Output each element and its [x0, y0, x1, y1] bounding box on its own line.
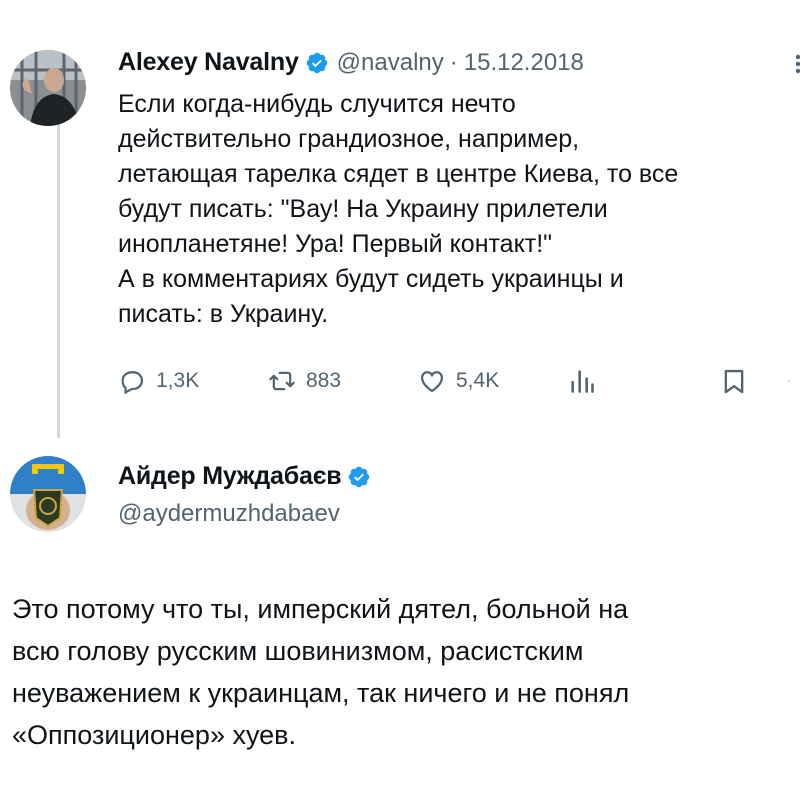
separator-dot: · — [449, 48, 458, 76]
avatar-image — [10, 50, 86, 126]
retweet-count: 883 — [306, 369, 342, 392]
original-tweet-text: Если когда-нибудь случится нечто действи… — [118, 90, 679, 328]
author-name[interactable]: Alexey Navalny — [118, 48, 299, 77]
verified-badge-icon — [305, 51, 329, 75]
bookmark-icon — [724, 369, 744, 394]
reply-button[interactable]: 1,3K — [118, 367, 199, 395]
author-avatar-muzhdabaev[interactable] — [10, 456, 86, 532]
views-button[interactable] — [568, 367, 606, 395]
reply-icon — [121, 371, 144, 395]
like-icon — [420, 371, 444, 393]
like-count: 5,4K — [456, 369, 500, 392]
author-handle[interactable]: @navalny — [337, 49, 444, 77]
reply-count: 1,3K — [156, 369, 200, 392]
author-name[interactable]: Айдер Муждабаєв — [118, 462, 342, 491]
reply-tweet-header: Айдер Муждабаєв — [118, 462, 379, 491]
retweet-icon — [269, 371, 295, 391]
thread-line — [57, 122, 60, 438]
bookmark-button[interactable] — [720, 367, 758, 395]
like-button[interactable]: 5,4K — [418, 367, 499, 395]
retweet-button[interactable]: 883 — [268, 367, 341, 395]
author-handle[interactable]: @aydermuzhdabaev — [118, 500, 340, 528]
author-avatar-navalny[interactable] — [10, 50, 86, 126]
more-icon[interactable] — [786, 52, 800, 76]
avatar-image — [10, 456, 86, 532]
tweet-date[interactable]: 15.12.2018 — [464, 49, 584, 77]
share-button[interactable] — [788, 367, 800, 395]
share-icon — [788, 380, 790, 382]
reply-tweet-text: Это потому что ты, имперский дятел, боль… — [12, 594, 630, 750]
verified-badge-icon — [347, 465, 371, 489]
original-tweet-header: Alexey Navalny @navalny · 15.12.2018 — [118, 48, 584, 77]
views-icon — [571, 370, 594, 393]
